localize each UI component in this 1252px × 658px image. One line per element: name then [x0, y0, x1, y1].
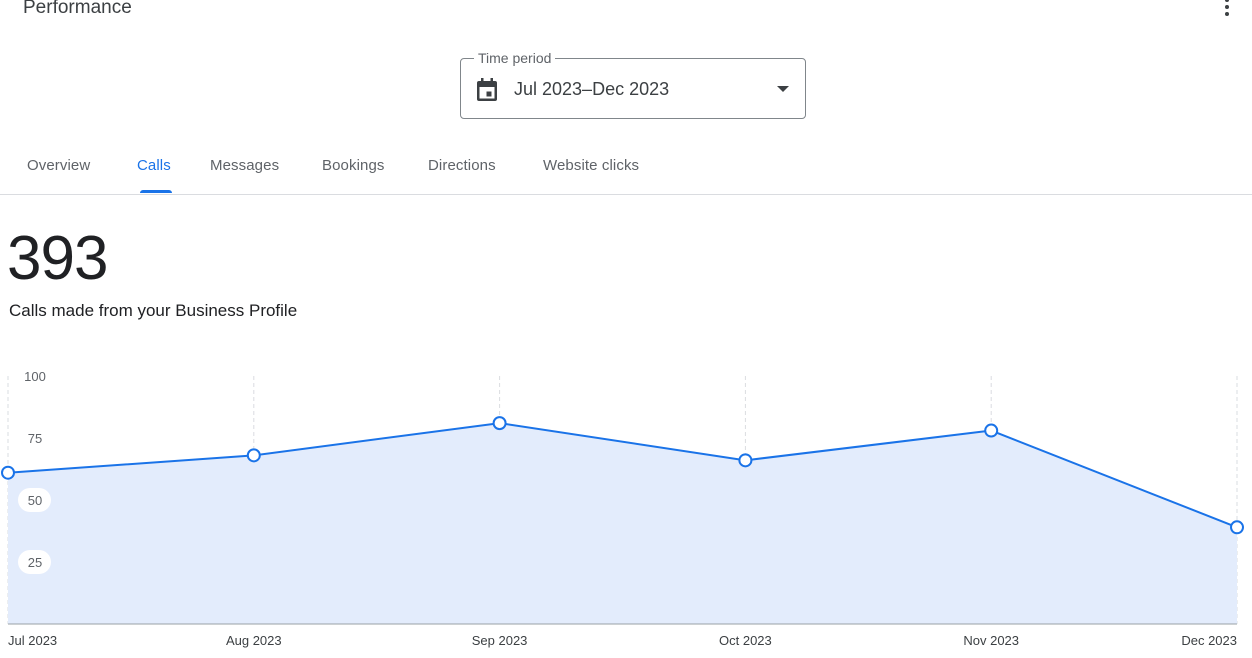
tab-directions[interactable]: Directions	[428, 150, 496, 193]
data-point	[492, 416, 507, 431]
active-tab-indicator	[140, 190, 172, 193]
time-period-select[interactable]: Time period Jul 2023–Dec 2023	[460, 50, 806, 119]
x-tick-label: Dec 2023	[1181, 633, 1237, 648]
time-period-label: Time period	[474, 50, 556, 67]
tab-bar: Overview Calls Messages Bookings Directi…	[0, 150, 1252, 195]
x-tick-label: Jul 2023	[8, 633, 57, 648]
y-tick-label: 25	[28, 555, 42, 570]
tab-calls[interactable]: Calls	[137, 150, 171, 193]
time-period-value: Jul 2023–Dec 2023	[514, 79, 670, 99]
x-tick-label: Nov 2023	[963, 633, 1019, 648]
x-tick-label: Sep 2023	[472, 633, 528, 648]
y-tick-label: 100	[24, 369, 46, 384]
data-point	[1, 465, 15, 480]
data-point	[246, 448, 261, 463]
series-area	[8, 423, 1237, 624]
page-title: Performance	[23, 0, 132, 18]
more-vert-icon	[1225, 0, 1229, 2]
tab-bookings[interactable]: Bookings	[322, 150, 385, 193]
tab-overview[interactable]: Overview	[27, 150, 90, 193]
calls-chart: 100 75 50 25 Jul 2023 Aug 2023 Sep 2023 Oct 202…	[1, 369, 1244, 648]
y-tick-label: 50	[28, 493, 42, 508]
x-tick-label: Aug 2023	[226, 633, 282, 648]
data-point	[1230, 520, 1244, 535]
metric-description: Calls made from your Business Profile	[9, 301, 298, 320]
calendar-icon	[477, 78, 497, 101]
arrow-drop-down-icon	[777, 86, 789, 92]
tab-messages[interactable]: Messages	[210, 150, 279, 193]
data-point	[738, 453, 753, 468]
y-tick-label: 75	[28, 431, 42, 446]
tab-website-clicks[interactable]: Website clicks	[543, 150, 639, 193]
metric-value: 393	[7, 224, 108, 293]
x-tick-label: Oct 2023	[719, 633, 772, 648]
data-point	[984, 423, 999, 438]
more-options-button[interactable]	[1215, 0, 1239, 22]
